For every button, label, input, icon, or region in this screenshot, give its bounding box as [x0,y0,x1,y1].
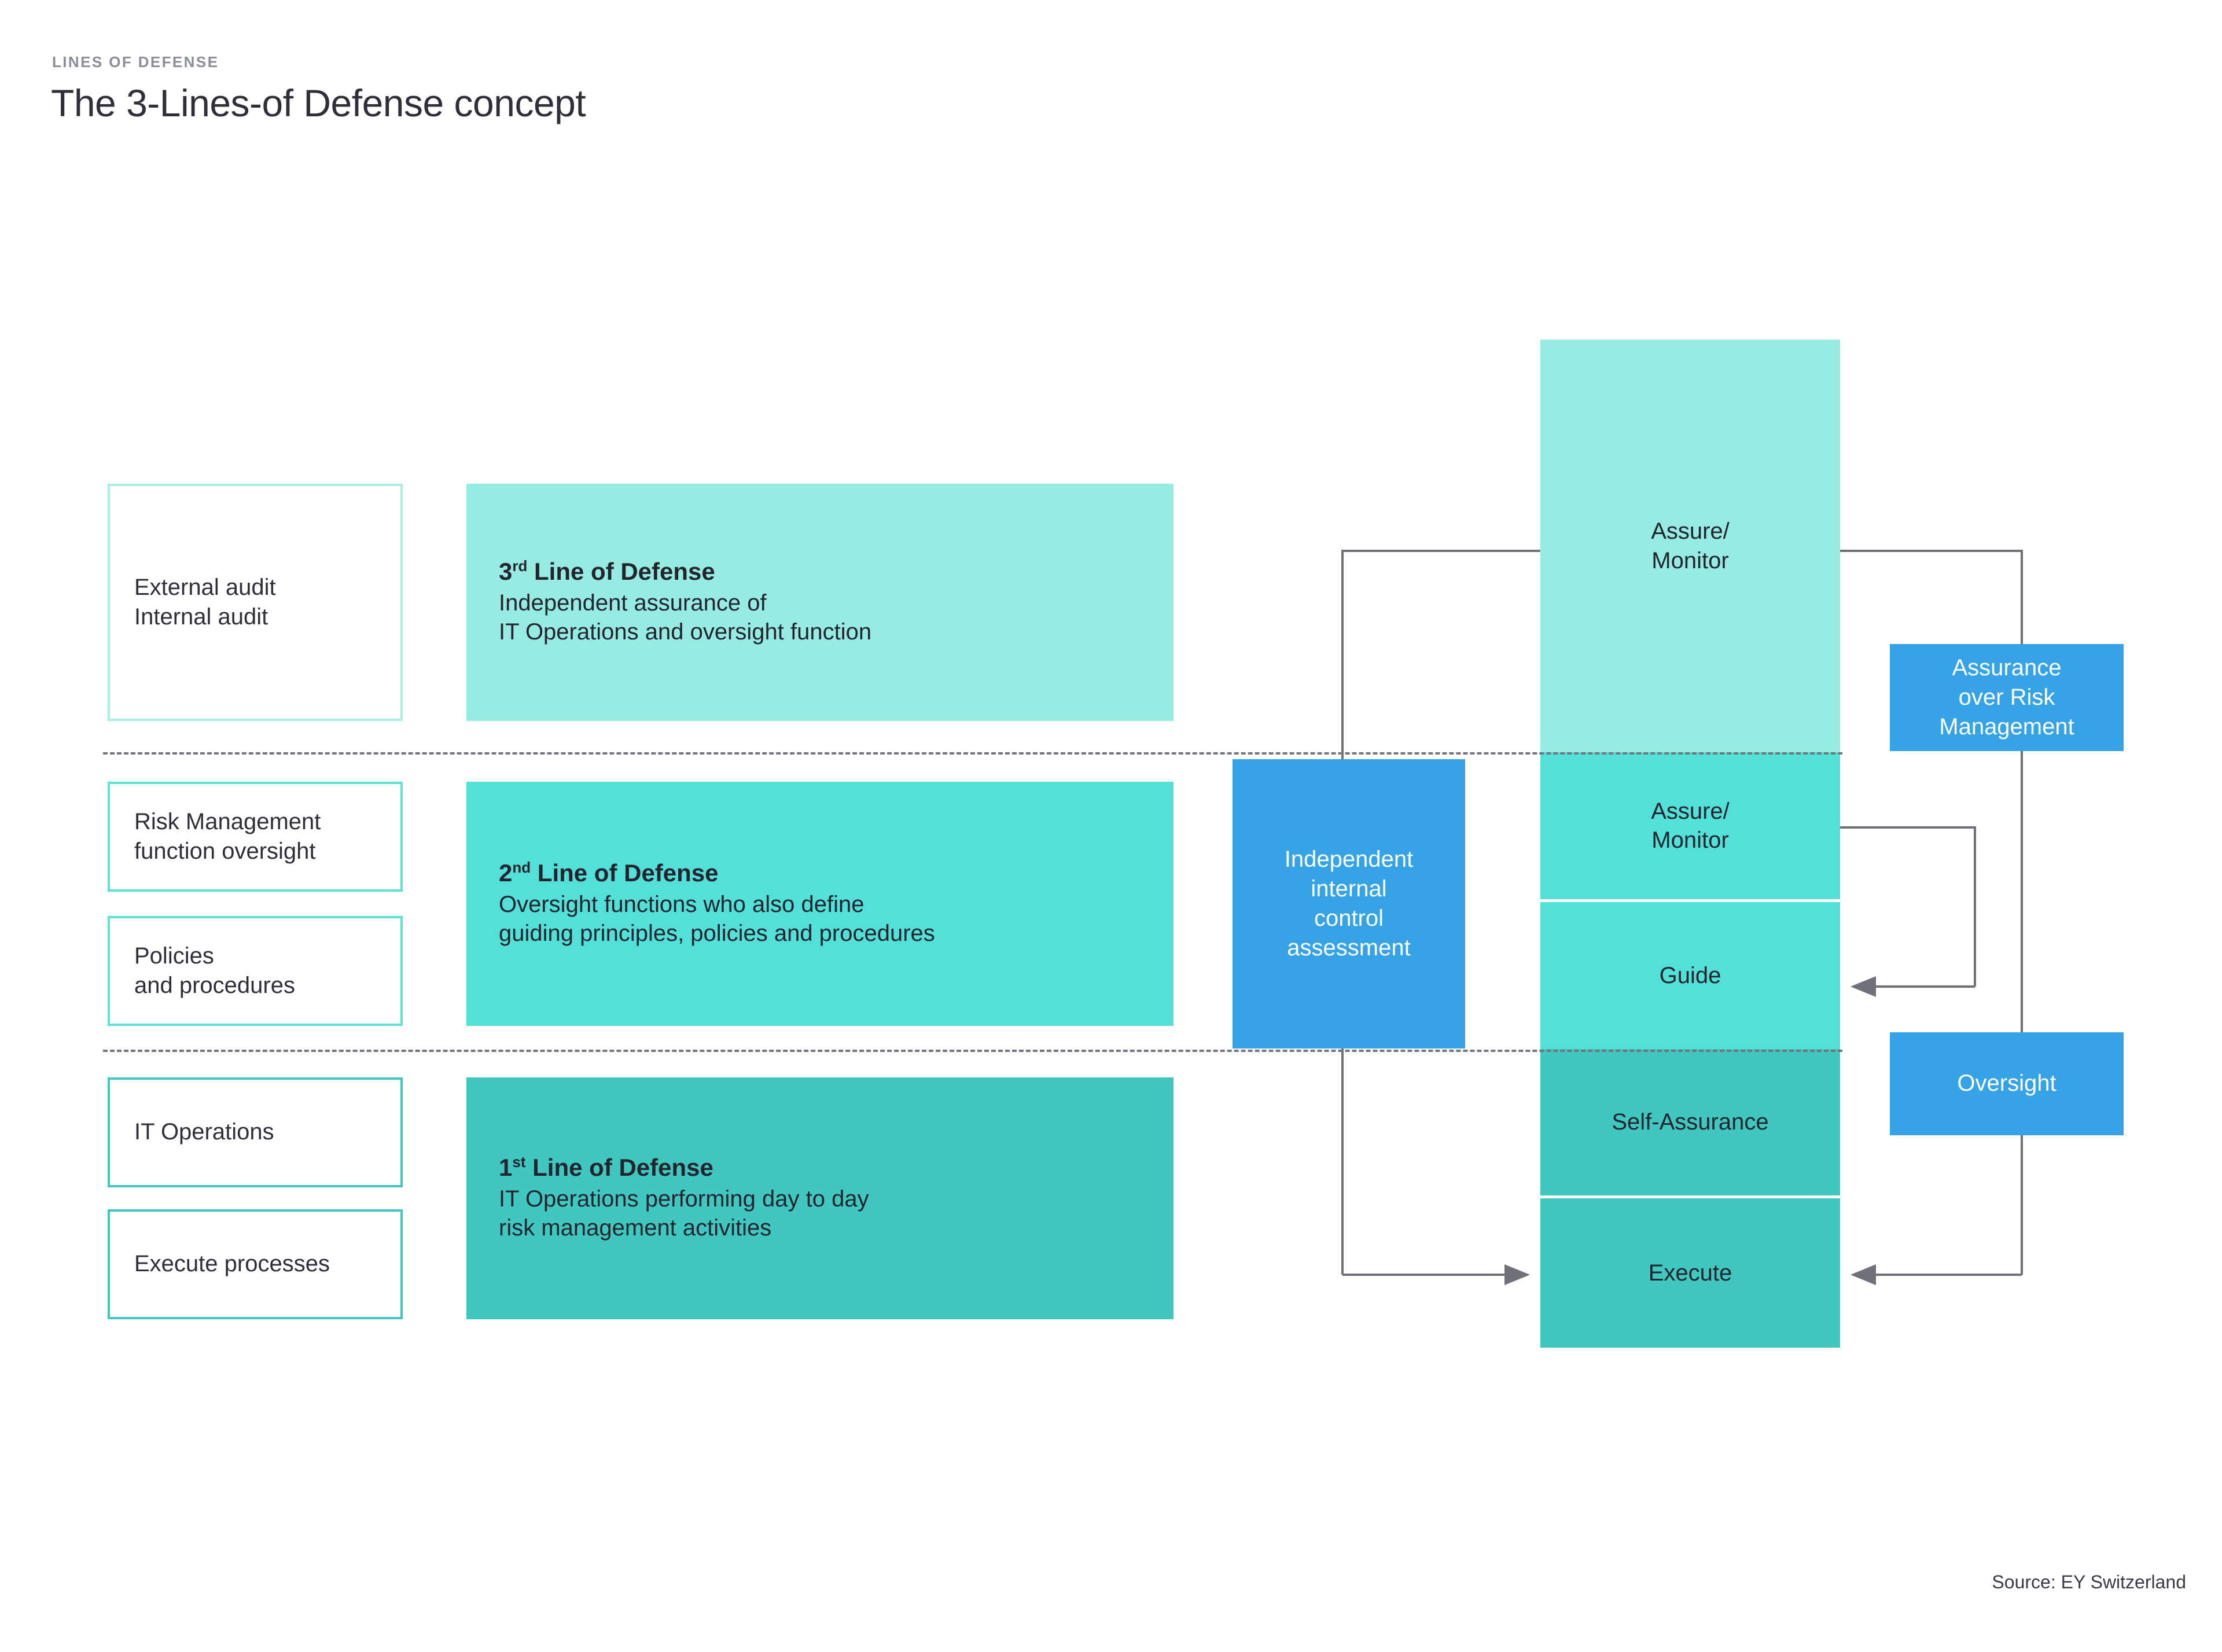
lod-third-line-ordinal: 3 [499,558,513,586]
assurance-over-risk-management-box: Assurance over Risk Management [1890,644,2124,751]
left-box-it-operations: IT Operations [108,1077,403,1187]
lod-second-line-body: Oversight functions who also define guid… [499,892,935,946]
lod-first-line-heading: 1st Line of Defense [466,1154,1173,1182]
lod-third-line-heading: 3rd Line of Defense [466,558,1173,586]
capability-segment-guide: Guide [1540,902,1840,1049]
left-box-risk-management-oversight: Risk Management function oversight [108,782,403,892]
lod-block-third-line: 3rd Line of Defense Independent assuranc… [466,484,1173,721]
left-box-risk-management-oversight-label: Risk Management function oversight [134,808,321,864]
lod-first-line-body: IT Operations performing day to day risk… [499,1186,869,1241]
band-separator-upper [103,752,1842,755]
right-inner-connector-path [1840,826,1976,997]
independent-assessment-label: Independent internal control assessment [1284,846,1414,961]
oversight-box: Oversight [1890,1032,2124,1135]
lod-block-first-line: 1st Line of Defense IT Operations perfor… [466,1077,1173,1319]
lod-first-line-ordinal: 1 [499,1154,513,1182]
capability-segment-self-assurance: Self-Assurance [1540,1049,1840,1198]
left-box-audit: External audit Internal audit [108,484,403,721]
lod-first-line-ordinal-suffix: st [512,1153,526,1171]
lod-second-line-heading: 2nd Line of Defense [466,859,1173,887]
capability-segment-execute: Execute [1540,1198,1840,1348]
lod-third-line-body: Independent assurance of IT Operations a… [499,590,872,645]
source-note: Source: EY Switzerland [1992,1572,2186,1592]
capability-segment-assure-monitor-third-label: Assure/ Monitor [1651,518,1730,573]
lod-second-line-heading-rest: Line of Defense [531,859,719,887]
left-box-execute-processes: Execute processes [108,1209,403,1319]
lod-third-line-heading-rest: Line of Defense [527,558,715,586]
lod-third-line-ordinal-suffix: rd [512,557,528,575]
capability-stack: Assure/ Monitor Assure/ Monitor Guide Se… [1540,340,1840,1348]
capability-segment-assure-monitor-second-label: Assure/ Monitor [1651,798,1730,853]
independent-assessment-box: Independent internal control assessment [1233,759,1465,1048]
lod-second-line-ordinal-suffix: nd [512,859,531,877]
diagram-canvas: LINES OF DEFENSE The 3-Lines-of Defense … [0,0,2222,1652]
lod-second-line-ordinal: 2 [499,859,513,887]
left-box-policies-procedures-label: Policies and procedures [134,943,295,998]
capability-segment-guide-label: Guide [1659,962,1721,988]
left-box-execute-processes-label: Execute processes [134,1251,330,1277]
lod-block-second-line: 2nd Line of Defense Oversight functions … [466,782,1173,1026]
capability-segment-execute-label: Execute [1648,1260,1732,1286]
oversight-label: Oversight [1957,1070,2057,1097]
lod-first-line-heading-rest: Line of Defense [525,1154,713,1182]
eyebrow-label: LINES OF DEFENSE [52,53,219,71]
capability-segment-assure-monitor-second: Assure/ Monitor [1540,752,1840,902]
left-box-audit-label: External audit Internal audit [134,574,276,630]
page-title: The 3-Lines-of Defense concept [51,82,586,124]
capability-segment-assure-monitor-third: Assure/ Monitor [1540,340,1840,752]
left-box-it-operations-label: IT Operations [134,1119,274,1145]
band-separator-lower [103,1050,1842,1052]
capability-segment-self-assurance-label: Self-Assurance [1612,1109,1769,1135]
left-box-policies-procedures: Policies and procedures [108,916,403,1026]
assurance-over-risk-management-label: Assurance over Risk Management [1939,654,2074,740]
